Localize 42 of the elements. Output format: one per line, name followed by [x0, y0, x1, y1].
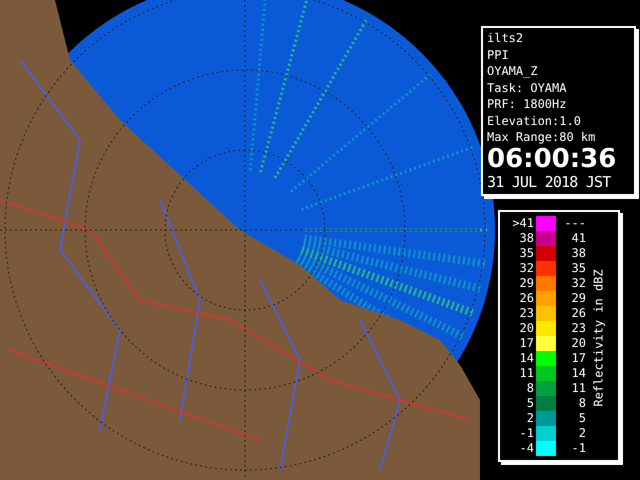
legend-label: 14 — [570, 366, 586, 381]
info-line: ilts2 — [487, 30, 524, 46]
legend-label: >41 — [511, 216, 534, 231]
legend-label: 29 — [518, 276, 534, 291]
legend-label: 35 — [570, 261, 586, 276]
legend-label: -1 — [570, 441, 586, 456]
legend-label: 29 — [570, 291, 586, 306]
info-line: Max Range:80 km — [487, 129, 596, 146]
legend-label: 26 — [570, 306, 586, 321]
info-line: OYAMA_Z — [487, 63, 539, 80]
legend-label: 2 — [578, 426, 586, 441]
legend-label: 5 — [578, 411, 586, 426]
legend-label: -4 — [518, 441, 534, 456]
info-line: PPI — [487, 46, 510, 63]
legend-label: 26 — [518, 291, 534, 306]
legend-label: -1 — [518, 426, 534, 441]
legend-label: 11 — [570, 381, 586, 396]
info-line: Task: OYAMA — [487, 80, 568, 96]
legend-label: 2 — [526, 411, 534, 426]
date-text: 31 JUL 2018 JST — [487, 172, 612, 192]
time-text: 06:00:36 — [487, 146, 618, 172]
legend-label: 23 — [570, 321, 586, 336]
legend-label: 32 — [518, 261, 534, 276]
legend-label: 41 — [570, 231, 586, 246]
legend-label: 8 — [526, 381, 534, 396]
info-line: PRF: 1800Hz — [487, 96, 568, 112]
legend-label: 8 — [578, 396, 586, 411]
legend-label: 5 — [526, 396, 534, 411]
legend-label: 38 — [570, 246, 586, 261]
legend-title: Reflectivity in dBZ — [591, 269, 607, 407]
legend-label: 23 — [518, 306, 534, 321]
legend-label: 38 — [518, 231, 534, 246]
legend-label: 17 — [518, 336, 534, 351]
legend-label: 14 — [518, 351, 534, 366]
legend-label: 17 — [570, 351, 586, 366]
legend-label: --- — [563, 216, 586, 231]
legend-label: 11 — [518, 366, 534, 381]
legend-label: 35 — [518, 246, 534, 261]
legend-label: 20 — [570, 336, 586, 351]
legend-label: 32 — [570, 276, 586, 291]
legend-label: 20 — [518, 321, 534, 336]
info-line: Elevation:1.0 — [487, 112, 582, 129]
